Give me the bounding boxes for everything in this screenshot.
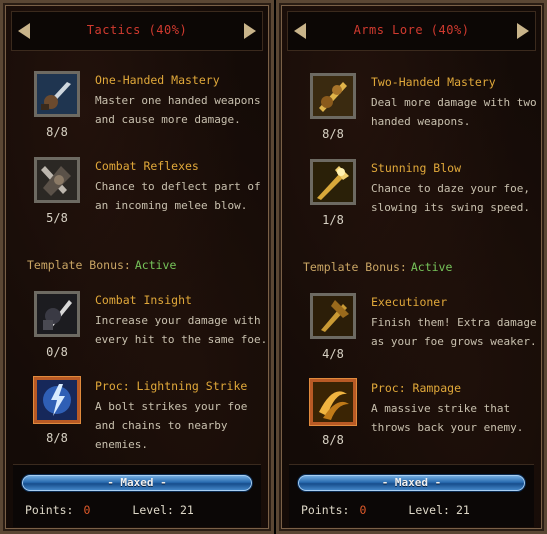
fist-sword-icon[interactable] (34, 71, 80, 117)
deflect-icon[interactable] (34, 157, 80, 203)
arms-lore-panel: Arms Lore (40%) 8/8 Two-Handed Mastery D… (276, 0, 547, 534)
template-bonus-label: Template Bonus: (303, 260, 407, 274)
skill-rank: 1/8 (322, 213, 344, 227)
level-label: Level: (408, 503, 450, 517)
skill-name: Executioner (371, 295, 448, 309)
skill-name: Combat Insight (95, 293, 192, 307)
points-level-row: Points: 0 Level: 21 (301, 503, 470, 517)
template-bonus: Template Bonus: Active (27, 258, 176, 272)
tactics-panel: Tactics (40%) 8/8 One-Handed Mastery Mas… (0, 0, 274, 534)
progress-bar-label: - Maxed - (381, 476, 442, 489)
progress-bar-label: - Maxed - (107, 476, 167, 489)
skill-description: A bolt strikes your foe and chains to ne… (95, 400, 248, 451)
skill-name: Proc: Rampage (371, 381, 462, 395)
skill-description: Finish them! Extra damage as your foe gr… (371, 316, 537, 348)
lightning-icon[interactable] (34, 377, 80, 423)
skill-name: Combat Reflexes (95, 159, 199, 173)
insight-icon[interactable] (34, 291, 80, 337)
two-hand-icon[interactable] (310, 73, 356, 119)
maxed-progress-bar[interactable]: - Maxed - (297, 474, 526, 492)
skill-rank: 8/8 (322, 127, 344, 141)
panel-title: Arms Lore (40%) (353, 23, 470, 37)
template-bonus-status: Active (134, 258, 177, 272)
skill-name: Two-Handed Mastery (371, 75, 496, 89)
skill-rank: 0/8 (46, 345, 68, 359)
panel-footer: - Maxed - Points: 0 Level: 21 (289, 464, 534, 527)
level-value: 21 (179, 503, 194, 517)
skill-description: Increase your damage with every hit to t… (95, 314, 268, 346)
points-level-row: Points: 0 Level: 21 (25, 503, 194, 517)
skill-description: Chance to deflect part of an incoming me… (95, 180, 261, 212)
skill-proc-lightning-strike[interactable]: 8/8 Proc: Lightning Strike A bolt strike… (31, 377, 271, 457)
skill-combat-reflexes[interactable]: 5/8 Combat Reflexes Chance to deflect pa… (31, 157, 271, 237)
skill-executioner[interactable]: 4/8 Executioner Finish them! Extra damag… (307, 293, 547, 373)
template-bonus-label: Template Bonus: (27, 258, 131, 272)
points-label: Points: (301, 503, 350, 517)
panel-header: Tactics (40%) (11, 11, 263, 51)
skill-name: Stunning Blow (371, 161, 462, 175)
skill-one-handed-mastery[interactable]: 8/8 One-Handed Mastery Master one handed… (31, 71, 271, 151)
level-label: Level: (132, 503, 174, 517)
skill-stunning-blow[interactable]: 1/8 Stunning Blow Chance to daze your fo… (307, 159, 547, 239)
panel-header: Arms Lore (40%) (287, 11, 536, 51)
skill-combat-insight[interactable]: 0/8 Combat Insight Increase your damage … (31, 291, 271, 371)
next-arrow-icon[interactable] (517, 23, 529, 39)
skill-description: Deal more damage with two handed weapons… (371, 96, 537, 128)
template-bonus: Template Bonus: Active (303, 260, 452, 274)
skill-rank: 5/8 (46, 211, 68, 225)
points-value: 0 (359, 503, 367, 517)
skill-rank: 4/8 (322, 347, 344, 361)
skill-description: Chance to daze your foe, slowing its swi… (371, 182, 530, 214)
panel-footer: - Maxed - Points: 0 Level: 21 (13, 464, 261, 527)
skill-description: A massive strike that throws back your e… (371, 402, 524, 434)
executioner-icon[interactable] (310, 293, 356, 339)
skill-rank: 8/8 (322, 433, 344, 447)
skill-rank: 8/8 (46, 125, 68, 139)
maxed-progress-bar[interactable]: - Maxed - (21, 474, 253, 492)
level-value: 21 (455, 503, 470, 517)
template-bonus-status: Active (410, 260, 453, 274)
skill-name: One-Handed Mastery (95, 73, 220, 87)
skill-rank: 8/8 (46, 431, 68, 445)
skill-name: Proc: Lightning Strike (95, 379, 248, 393)
next-arrow-icon[interactable] (244, 23, 256, 39)
stun-icon[interactable] (310, 159, 356, 205)
points-value: 0 (83, 503, 91, 517)
skill-two-handed-mastery[interactable]: 8/8 Two-Handed Mastery Deal more damage … (307, 73, 547, 153)
rampage-icon[interactable] (310, 379, 356, 425)
points-label: Points: (25, 503, 74, 517)
skill-proc-rampage[interactable]: 8/8 Proc: Rampage A massive strike that … (307, 379, 547, 459)
panel-title: Tactics (40%) (86, 23, 188, 37)
skill-description: Master one handed weapons and cause more… (95, 94, 261, 126)
